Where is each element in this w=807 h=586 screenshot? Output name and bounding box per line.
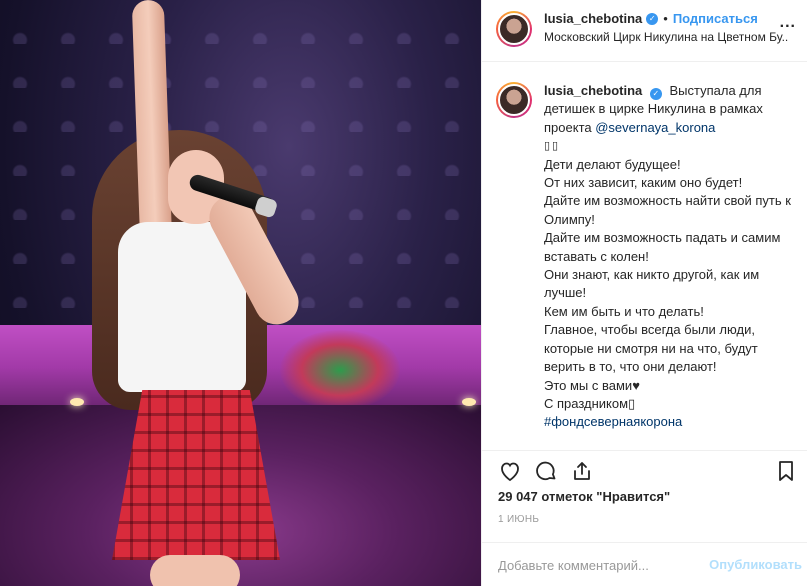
- caption-username-link[interactable]: lusia_chebotina: [544, 83, 642, 98]
- emoji-placeholder: ▯▯: [544, 140, 561, 153]
- instagram-post: lusia_chebotina ✓ • Подписаться Московск…: [0, 0, 807, 586]
- caption-area: lusia_chebotina ✓ Выступала для детишек …: [482, 62, 807, 450]
- avatar-image: [498, 13, 530, 45]
- location-link[interactable]: Московский Цирк Никулина на Цветном Бу..…: [544, 30, 788, 44]
- post-date[interactable]: 1 июнь: [498, 514, 539, 525]
- avatar[interactable]: [496, 11, 532, 47]
- verified-badge-icon: ✓: [649, 88, 662, 100]
- separator-dot: •: [663, 11, 668, 26]
- bookmark-icon[interactable]: [774, 459, 798, 483]
- header-user-line: lusia_chebotina ✓ • Подписаться: [544, 11, 758, 26]
- share-icon[interactable]: [570, 459, 594, 483]
- caption-line: Главное, чтобы всегда были люди, которые…: [544, 322, 758, 375]
- heart-icon[interactable]: [498, 459, 522, 483]
- likes-count[interactable]: 29 047 отметок "Нравится": [498, 489, 670, 504]
- caption-line: Дети делают будущее!: [544, 156, 681, 172]
- stage-lamp: [70, 398, 84, 406]
- stage-lamp: [462, 398, 476, 406]
- comment-bar: Опубликовать: [482, 542, 807, 586]
- action-bar: [482, 450, 807, 490]
- comment-input[interactable]: [498, 555, 694, 575]
- caption-line: С праздником▯: [544, 395, 636, 411]
- post-photo[interactable]: [0, 0, 481, 586]
- stage-emblem: [280, 330, 400, 410]
- username-link[interactable]: lusia_chebotina: [544, 11, 642, 26]
- caption-avatar[interactable]: [496, 82, 532, 118]
- singer-legs: [150, 555, 240, 586]
- caption-line: Кем им быть и что делать!: [544, 303, 704, 319]
- post-sidebar: lusia_chebotina ✓ • Подписаться Московск…: [481, 0, 807, 586]
- publish-button[interactable]: Опубликовать: [709, 557, 802, 572]
- more-options-icon[interactable]: ...: [780, 14, 796, 32]
- verified-badge-icon: ✓: [646, 12, 659, 25]
- post-caption: lusia_chebotina ✓ Выступала для детишек …: [544, 82, 794, 432]
- comment-icon[interactable]: [534, 459, 558, 483]
- hashtag-link[interactable]: #фондсевернаякорона: [544, 413, 794, 431]
- follow-button[interactable]: Подписаться: [673, 11, 758, 26]
- caption-line: Они знают, как никто другой, как им лучш…: [544, 267, 760, 301]
- caption-line: Дайте им возможность падать и самим вста…: [544, 230, 781, 264]
- post-header: lusia_chebotina ✓ • Подписаться Московск…: [482, 0, 807, 62]
- caption-line: Дайте им возможность найти свой путь к О…: [544, 193, 791, 227]
- avatar-image: [498, 84, 530, 116]
- mention-link[interactable]: @severnaya_korona: [595, 120, 715, 135]
- caption-line: От них зависит, каким оно будет!: [544, 175, 743, 191]
- caption-line: Это мы с вами♥: [544, 377, 640, 393]
